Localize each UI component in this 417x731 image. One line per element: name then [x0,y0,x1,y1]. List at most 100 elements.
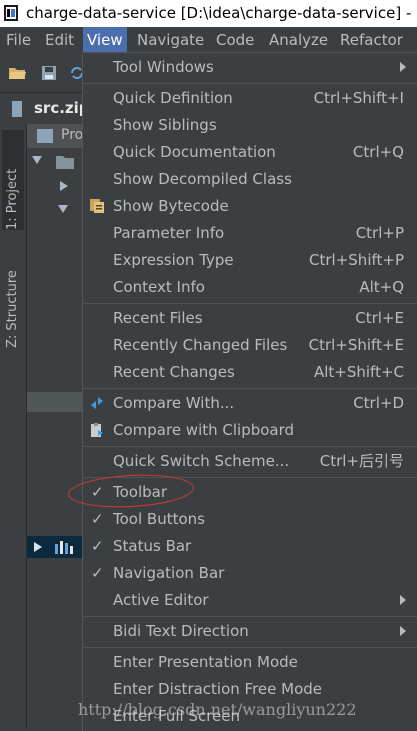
watermark: http://blog.csdn.net/wangliyun222 [78,700,357,719]
expand-arrow-icon[interactable] [31,154,43,166]
menu-item-label: Navigation Bar [113,564,225,582]
main-toolbar [0,54,83,92]
menu-item-quick-switch-scheme[interactable]: Quick Switch Scheme... Ctrl+后引号 [83,448,417,475]
zip-file-icon [12,101,22,117]
menu-code[interactable]: Code [212,27,258,54]
run-panel-row [27,536,83,558]
menu-item-compare-with-clipboard[interactable]: Compare with Clipboard [83,417,417,444]
menu-item-enter-distraction-free-mode[interactable]: Enter Distraction Free Mode [83,676,417,703]
menu-file[interactable]: File [2,27,35,54]
menu-item-label: Expression Type [113,251,234,269]
tab-project[interactable]: 1: Project [2,130,24,230]
menu-item-label: Quick Switch Scheme... [113,452,290,470]
menu-item-shortcut: Ctrl+D [353,394,404,412]
menu-item-show-decompiled-class[interactable]: Show Decompiled Class [83,166,417,193]
window-title: charge-data-service [D:\idea\charge-data… [26,4,417,22]
menu-item-quick-definition[interactable]: Quick Definition Ctrl+Shift+I [83,85,417,112]
submenu-arrow-icon [400,626,406,636]
menu-item-shortcut: Ctrl+后引号 [319,452,404,470]
tab-structure-label: Z: Structure [5,270,20,348]
menu-item-tool-buttons[interactable]: ✓ Tool Buttons [83,506,417,533]
menu-item-show-siblings[interactable]: Show Siblings [83,112,417,139]
menu-item-context-info[interactable]: Context Info Alt+Q [83,274,417,301]
menu-item-enter-presentation-mode[interactable]: Enter Presentation Mode [83,649,417,676]
menu-item-label: Enter Distraction Free Mode [113,680,323,698]
collapse-arrow-icon[interactable] [59,180,69,192]
menu-item-label: Status Bar [113,537,192,555]
menu-item-shortcut: Ctrl+Q [352,143,404,161]
menu-view[interactable]: View [83,27,127,54]
menu-item-shortcut: Ctrl+Shift+P [309,251,404,269]
bytecode-icon [90,199,104,213]
left-tool-stripe: 1: Project Z: Structure [0,124,27,730]
menu-item-label: Parameter Info [113,224,225,242]
submenu-arrow-icon [400,62,406,72]
intellij-app-icon [4,5,18,21]
project-icon [37,129,53,143]
clipboard-compare-icon [91,423,103,437]
menu-item-quick-documentation[interactable]: Quick Documentation Ctrl+Q [83,139,417,166]
view-menu-dropdown: Tool Windows Quick Definition Ctrl+Shift… [82,52,417,731]
menu-item-shortcut: Alt+Q [359,278,404,296]
menu-separator [83,446,417,447]
menu-navigate[interactable]: Navigate [133,27,208,54]
run-icon[interactable] [33,541,43,553]
menu-item-status-bar[interactable]: ✓ Status Bar [83,533,417,560]
menu-item-label: Bidi Text Direction [113,622,249,640]
menu-item-label: Recent Files [113,309,203,327]
title-bar: charge-data-service [D:\idea\charge-data… [0,0,417,27]
menu-item-parameter-info[interactable]: Parameter Info Ctrl+P [83,220,417,247]
menu-item-shortcut: Ctrl+E [355,309,404,327]
menu-item-recent-files[interactable]: Recent Files Ctrl+E [83,305,417,332]
menu-separator [83,303,417,304]
menu-item-label: Show Siblings [113,116,217,134]
menu-bar: File Edit View Navigate Code Analyze Ref… [0,27,417,54]
menu-separator [83,647,417,648]
menu-item-label: Tool Windows [113,58,214,76]
checkmark-icon: ✓ [91,537,104,555]
menu-item-shortcut: Ctrl+Shift+I [313,89,404,107]
menu-item-label: Compare With... [113,394,235,412]
project-panel-header: Pro [27,124,83,148]
project-panel-title: Pro [61,127,84,143]
menu-item-navigation-bar[interactable]: ✓ Navigation Bar [83,560,417,587]
menu-item-expression-type[interactable]: Expression Type Ctrl+Shift+P [83,247,417,274]
tab-structure[interactable]: Z: Structure [2,242,24,348]
checkmark-icon: ✓ [91,564,104,582]
statistics-icon[interactable] [55,540,75,554]
submenu-arrow-icon [400,595,406,605]
menu-item-active-editor[interactable]: Active Editor [83,587,417,614]
folder-icon [56,156,74,169]
menu-item-shortcut: Alt+Shift+C [313,363,404,381]
menu-item-compare-with[interactable]: Compare With... Ctrl+D [83,390,417,417]
menu-item-bidi-text-direction[interactable]: Bidi Text Direction [83,618,417,645]
selected-tree-row[interactable] [27,392,83,412]
menu-item-shortcut: Ctrl+P [355,224,404,242]
menu-separator [83,616,417,617]
menu-item-label: Quick Definition [113,89,233,107]
menu-edit[interactable]: Edit [41,27,78,54]
menu-analyze[interactable]: Analyze [265,27,332,54]
menu-refactor[interactable]: Refactor [336,27,407,54]
project-panel: Pro [27,124,83,730]
compare-arrows-icon [91,397,103,409]
menu-item-recently-changed-files[interactable]: Recently Changed Files Ctrl+Shift+E [83,332,417,359]
menu-item-label: Recently Changed Files [113,336,288,354]
menu-item-label: Show Bytecode [113,197,229,215]
menu-item-recent-changes[interactable]: Recent Changes Alt+Shift+C [83,359,417,386]
menu-separator [83,388,417,389]
save-all-icon[interactable] [40,65,58,81]
open-folder-icon[interactable] [8,65,26,81]
menu-item-label: Quick Documentation [113,143,276,161]
menu-item-show-bytecode[interactable]: Show Bytecode [83,193,417,220]
menu-item-tool-windows[interactable]: Tool Windows [83,54,417,81]
menu-item-shortcut: Ctrl+Shift+E [308,336,404,354]
menu-item-label: Recent Changes [113,363,235,381]
menu-item-label: Enter Presentation Mode [113,653,298,671]
menu-item-label: Active Editor [113,591,209,609]
expand-arrow-icon[interactable] [57,204,69,214]
tab-project-label: 1: Project [5,168,20,230]
checkmark-icon: ✓ [91,510,104,528]
menu-item-label: Show Decompiled Class [113,170,292,188]
menu-item-label: Compare with Clipboard [113,421,295,439]
